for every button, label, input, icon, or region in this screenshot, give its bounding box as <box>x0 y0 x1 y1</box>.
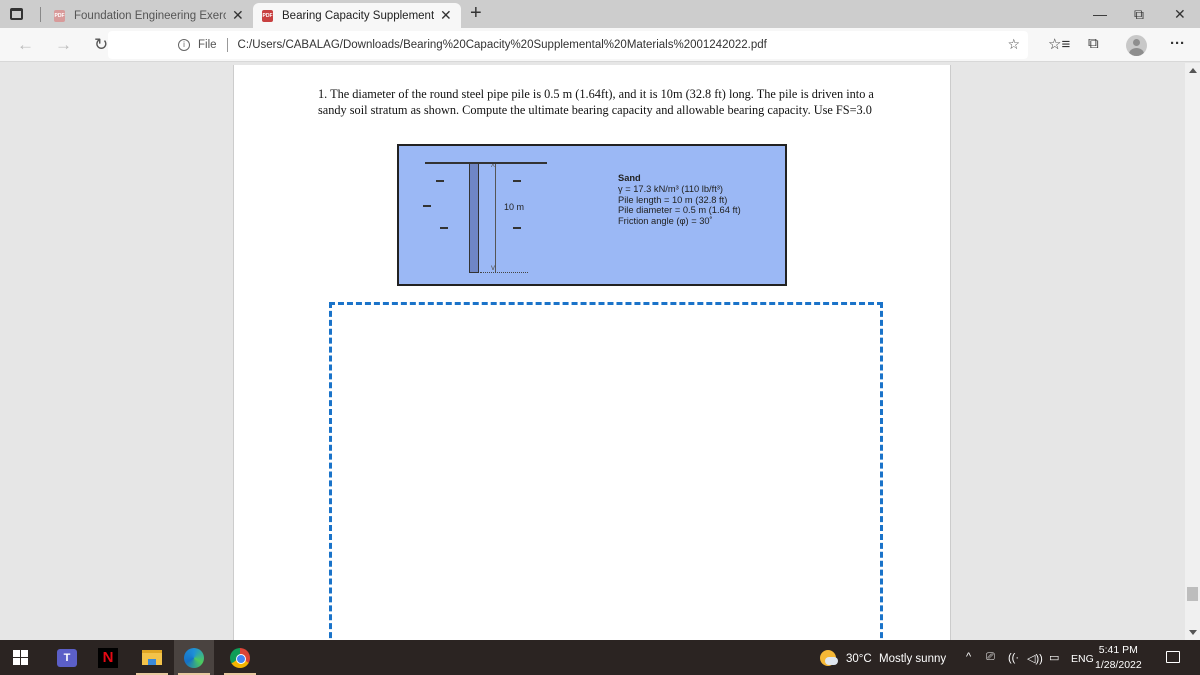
close-tab-icon[interactable]: ✕ <box>232 7 244 24</box>
soil-mark <box>423 205 431 207</box>
pdf-icon: PDF <box>54 9 65 22</box>
more-menu-icon[interactable]: ··· <box>1170 35 1185 52</box>
start-button[interactable] <box>0 640 40 675</box>
arrow-down-icon: v <box>491 263 495 272</box>
pdf-icon: PDF <box>262 9 273 22</box>
pdf-viewer: 1. The diameter of the round steel pipe … <box>0 63 1200 647</box>
soil-mark <box>513 227 521 229</box>
volume-icon[interactable]: ◁)) <box>1027 652 1043 665</box>
meet-now-icon[interactable]: ⎚ <box>986 651 995 664</box>
taskbar-netflix[interactable]: N <box>88 640 128 675</box>
folder-icon <box>142 650 162 665</box>
back-button[interactable]: ← <box>17 35 34 55</box>
clock-time: 5:41 PM <box>1098 644 1138 656</box>
scroll-up-icon[interactable] <box>1189 68 1197 73</box>
taskbar: T N <box>0 640 1200 675</box>
property-friction-angle: Friction angle (φ) = 30˚ <box>618 216 713 227</box>
scheme-label: File <box>198 39 217 51</box>
taskbar-chrome[interactable] <box>220 640 260 675</box>
taskbar-teams[interactable]: T <box>47 640 87 675</box>
property-unit-weight: γ = 17.3 kN/m³ (110 lb/ft³) <box>618 183 723 194</box>
address-bar[interactable]: i File C:/Users/CABALAG/Downloads/Bearin… <box>108 31 1028 59</box>
taskbar-file-explorer[interactable] <box>132 640 172 675</box>
tab-actions-icon[interactable] <box>10 8 23 20</box>
favorites-icon[interactable]: ☆≡ <box>1048 35 1070 53</box>
forward-button[interactable]: → <box>55 35 72 55</box>
weather-icon[interactable] <box>820 650 838 666</box>
new-tab-button[interactable]: + <box>470 3 482 23</box>
info-icon[interactable]: i <box>178 39 190 51</box>
teams-icon: T <box>57 648 77 667</box>
scroll-down-icon[interactable] <box>1189 630 1197 635</box>
answer-box[interactable] <box>329 302 883 647</box>
clock[interactable]: 5:41 PM 1/28/2022 <box>1095 643 1142 673</box>
tab-foundation-engineering[interactable]: PDF Foundation Engineering Exercise ✕ <box>48 3 253 28</box>
profile-avatar[interactable] <box>1126 35 1147 56</box>
show-hidden-icons[interactable]: ^ <box>966 651 971 663</box>
soil-title: Sand <box>618 173 641 183</box>
netflix-icon: N <box>98 647 118 668</box>
notifications-icon[interactable] <box>1166 651 1180 663</box>
tab-bar: PDF Foundation Engineering Exercise ✕ PD… <box>0 0 1200 28</box>
minimize-button[interactable]: — <box>1093 6 1107 22</box>
chrome-icon <box>230 647 250 668</box>
vertical-scrollbar[interactable] <box>1185 63 1200 640</box>
collections-icon[interactable]: ⧉ <box>1088 35 1099 52</box>
arrow-up-icon: ^ <box>491 163 495 172</box>
battery-icon[interactable]: ▭ <box>1049 651 1059 664</box>
refresh-button[interactable]: ↻ <box>94 35 108 55</box>
weather-condition[interactable]: Mostly sunny <box>879 653 946 665</box>
url-text[interactable]: C:/Users/CABALAG/Downloads/Bearing%20Cap… <box>238 39 767 51</box>
language-indicator[interactable]: ENG <box>1071 653 1094 665</box>
tab-title: Bearing Capacity Supplemental M <box>282 9 434 22</box>
windows-icon <box>12 650 28 665</box>
property-pile-length: Pile length = 10 m (32.8 ft) <box>618 194 728 205</box>
soil-properties: Sand γ = 17.3 kN/m³ (110 lb/ft³) Pile le… <box>618 173 741 227</box>
soil-mark <box>436 180 444 182</box>
property-pile-diameter: Pile diameter = 0.5 m (1.64 ft) <box>618 205 741 216</box>
soil-mark <box>440 227 448 229</box>
browser-toolbar: ← → ↻ ⌂ i File C:/Users/CABALAG/Download… <box>0 28 1200 62</box>
question-text: 1. The diameter of the round steel pipe … <box>318 87 874 117</box>
add-favorite-icon[interactable]: ☆ <box>1007 36 1020 53</box>
close-window-button[interactable]: ✕ <box>1174 6 1186 23</box>
wifi-icon[interactable]: ((· <box>1008 652 1019 664</box>
pile <box>469 163 479 273</box>
taskbar-edge[interactable] <box>174 640 214 675</box>
weather-temp[interactable]: 30°C <box>846 653 872 665</box>
divider <box>40 7 41 22</box>
soil-mark <box>513 180 521 182</box>
pdf-page: 1. The diameter of the round steel pipe … <box>233 65 951 647</box>
dimension-label: 10 m <box>504 202 525 212</box>
close-tab-icon[interactable]: ✕ <box>440 7 452 24</box>
edge-icon <box>184 647 204 668</box>
ground-line <box>425 162 547 164</box>
restore-button[interactable]: ⧉ <box>1134 6 1144 23</box>
dimension-line <box>495 164 496 272</box>
divider <box>226 38 228 52</box>
scrollbar-thumb[interactable] <box>1187 587 1198 601</box>
pile-diagram: ^ v 10 m Sand γ = 17.3 kN/m³ (110 lb/ft³… <box>397 144 787 286</box>
pile-tip-line <box>480 272 528 273</box>
tab-bearing-capacity[interactable]: PDF Bearing Capacity Supplemental M ✕ <box>253 3 461 28</box>
clock-date: 1/28/2022 <box>1095 659 1142 671</box>
tab-title: Foundation Engineering Exercise <box>74 9 226 22</box>
